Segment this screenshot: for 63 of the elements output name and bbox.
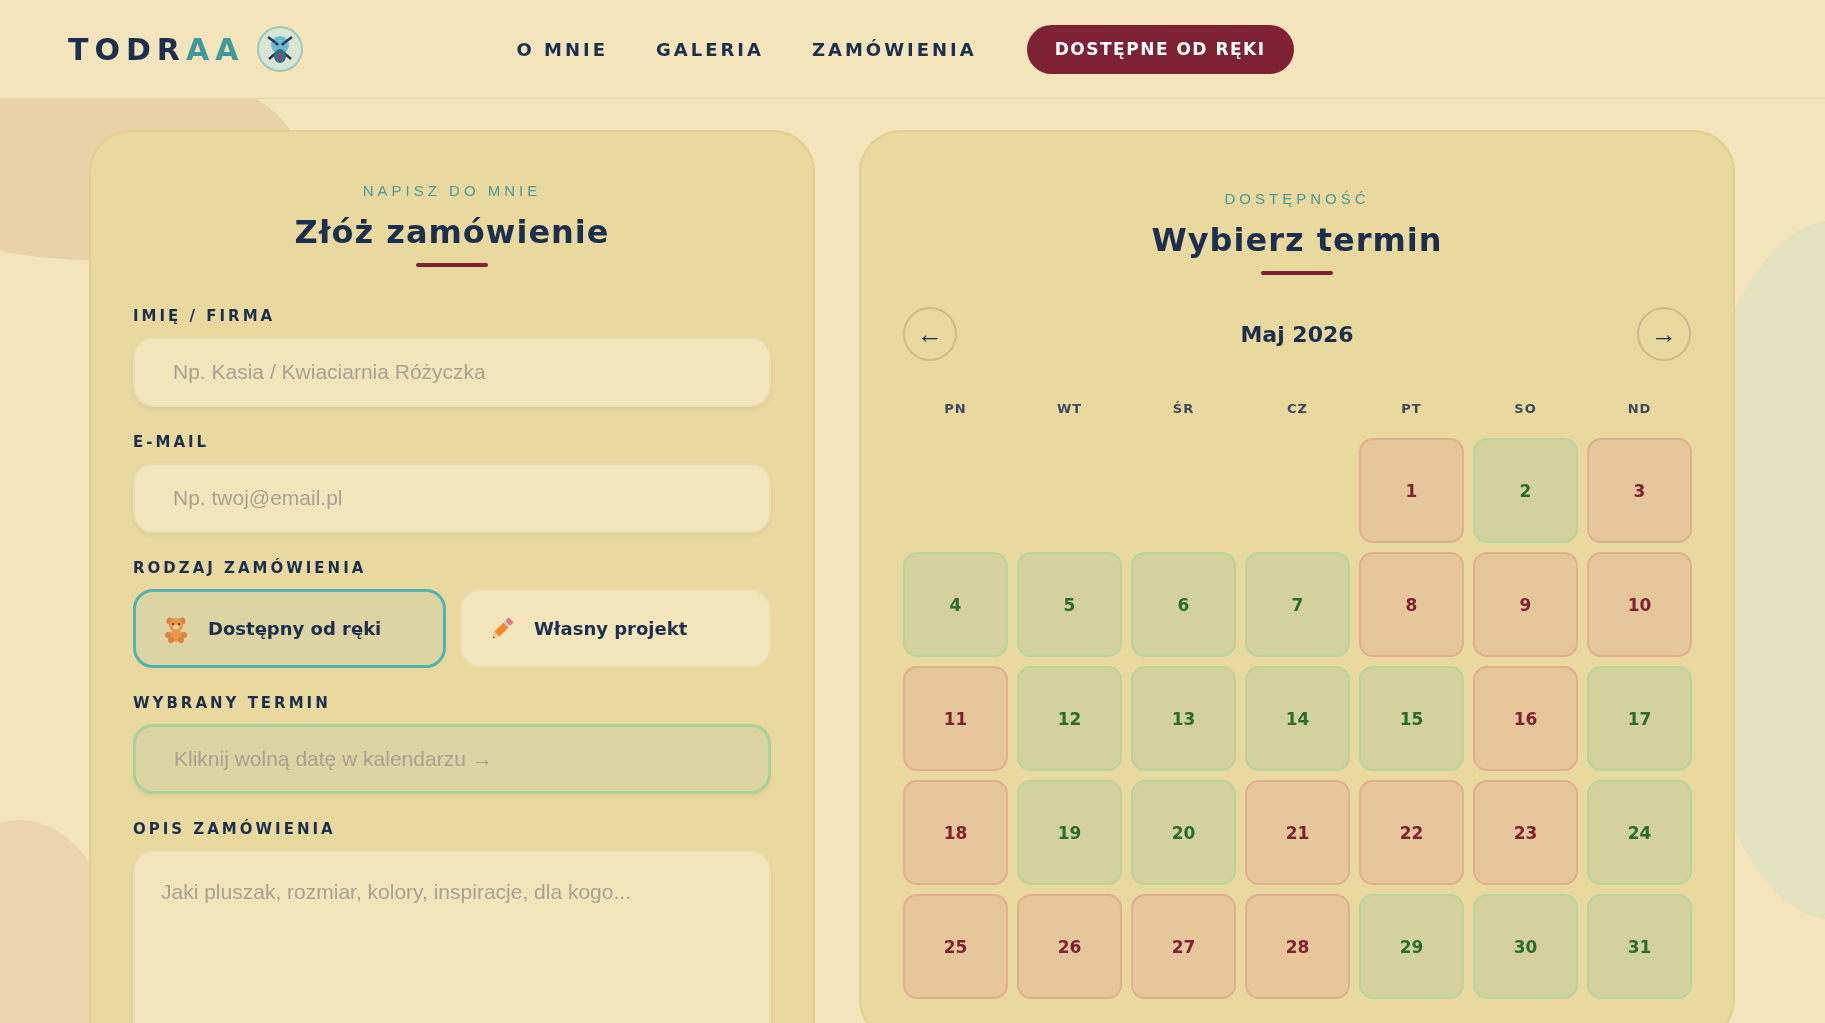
booked-day[interactable]: 18	[903, 780, 1008, 885]
next-month-button[interactable]: →	[1637, 307, 1691, 361]
available-day[interactable]: 24	[1587, 780, 1692, 885]
description-field[interactable]: Jaki pluszak, rozmiar, kolory, inspiracje, dla kogo...	[133, 850, 771, 1023]
input-field[interactable]: Np. twoj@email.pl	[133, 463, 771, 533]
booked-day[interactable]: 11	[903, 666, 1008, 771]
weekday-label: WT	[1056, 401, 1083, 416]
booked-day[interactable]: 26	[1017, 894, 1122, 999]
available-day[interactable]: 4	[903, 552, 1008, 657]
available-day[interactable]: 6	[1131, 552, 1236, 657]
available-day[interactable]: 31	[1587, 894, 1692, 999]
available-day[interactable]: 13	[1131, 666, 1236, 771]
booked-day[interactable]: 10	[1587, 552, 1692, 657]
available-day[interactable]: 30	[1473, 894, 1578, 999]
available-day[interactable]: 14	[1245, 666, 1350, 771]
available-day[interactable]: 7	[1245, 552, 1350, 657]
available-day[interactable]: 12	[1017, 666, 1122, 771]
booked-day[interactable]: 1	[1359, 438, 1464, 543]
cta-button[interactable]: DOSTĘPNE OD RĘKI	[1026, 24, 1294, 74]
booked-day[interactable]: 9	[1473, 552, 1578, 657]
available-day[interactable]: 5	[1017, 552, 1122, 657]
section-title: Wybierz termin	[1151, 221, 1443, 259]
booked-day[interactable]: 3	[1587, 438, 1692, 543]
weekday-label: CZ	[1287, 401, 1308, 416]
order-type-option[interactable]: Własny projekt	[460, 589, 771, 668]
previous-month-button[interactable]: ←	[903, 307, 957, 361]
booked-day[interactable]: 25	[903, 894, 1008, 999]
title-underline	[1261, 271, 1333, 275]
available-day[interactable]: 20	[1131, 780, 1236, 885]
logo-wordmark[interactable]: TODR AA	[68, 31, 245, 67]
field-label: OPIS ZAMÓWIENIA	[133, 820, 336, 838]
field-label: E-MAIL	[133, 433, 210, 451]
input-field[interactable]: Np. Kasia / Kwiaciarnia Różyczka	[133, 337, 771, 407]
weekday-label: PT	[1401, 401, 1422, 416]
booked-day[interactable]: 21	[1245, 780, 1350, 885]
nav-link[interactable]: ZAMÓWIENIA	[811, 38, 977, 60]
mascot-badge-icon	[256, 25, 305, 73]
available-day[interactable]: 15	[1359, 666, 1464, 771]
booked-day[interactable]: 8	[1359, 552, 1464, 657]
available-day[interactable]: 17	[1587, 666, 1692, 771]
booked-day[interactable]: 23	[1473, 780, 1578, 885]
available-day[interactable]: 19	[1017, 780, 1122, 885]
weekday-label: ŚR	[1172, 401, 1195, 416]
title-underline	[416, 263, 488, 267]
available-day[interactable]: 29	[1359, 894, 1464, 999]
section-eyebrow: NAPISZ DO MNIE	[362, 182, 542, 199]
order-type-option[interactable]: Dostępny od ręki	[133, 589, 446, 668]
available-day[interactable]: 2	[1473, 438, 1578, 543]
field-label: RODZAJ ZAMÓWIENIA	[133, 559, 367, 577]
booked-day[interactable]: 16	[1473, 666, 1578, 771]
booked-day[interactable]: 27	[1131, 894, 1236, 999]
weekday-label: ND	[1627, 401, 1652, 416]
booked-day[interactable]: 22	[1359, 780, 1464, 885]
month-label: Maj 2026	[1240, 321, 1354, 347]
section-title: Złóż zamówienie	[294, 213, 610, 251]
nav-link[interactable]: GALERIA	[655, 38, 764, 60]
booked-day[interactable]: 28	[1245, 894, 1350, 999]
weekday-label: SO	[1514, 401, 1537, 416]
weekday-label: PN	[944, 401, 967, 416]
field-label: WYBRANY TERMIN	[133, 694, 331, 712]
section-eyebrow: DOSTĘPNOŚĆ	[1224, 190, 1370, 207]
nav-link[interactable]: O MNIE	[516, 38, 608, 60]
field-label: IMIĘ / FIRMA	[133, 307, 276, 325]
